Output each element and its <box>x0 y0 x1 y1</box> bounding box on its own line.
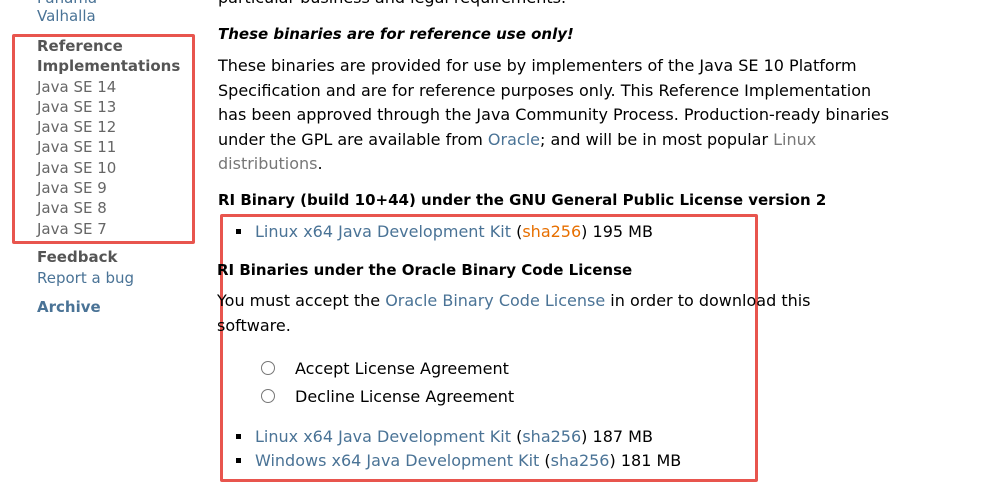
sidebar-item-java-se-12[interactable]: Java SE 12 <box>37 117 180 137</box>
text: ) <box>609 451 616 470</box>
text: software. <box>217 315 291 335</box>
para-line: has been approved through the Java Commu… <box>218 105 890 124</box>
sidebar-link-valhalla[interactable]: Valhalla <box>37 6 96 26</box>
download-item-bcl-linux: Linux x64 Java Development Kit (sha256) … <box>222 425 653 450</box>
bullet-icon <box>236 229 241 234</box>
bcl-heading: RI Binaries under the Oracle Binary Code… <box>217 261 633 279</box>
gpl-linux-sha256-link[interactable]: sha256 <box>522 222 581 241</box>
sidebar-link-archive[interactable]: Archive <box>37 297 101 317</box>
text: in order to download this <box>605 291 811 310</box>
sidebar-item-java-se-9[interactable]: Java SE 9 <box>37 178 180 198</box>
file-size: 187 MB <box>592 427 653 446</box>
bullet-icon <box>236 434 241 439</box>
reference-warning: These binaries are for reference use onl… <box>218 25 574 43</box>
text: ; and will be in most popular <box>539 129 774 149</box>
sidebar-item-java-se-13[interactable]: Java SE 13 <box>37 97 180 117</box>
para-line: under the GPL are available from Oracle;… <box>218 128 889 153</box>
radio-label: Decline License Agreement <box>295 387 515 406</box>
gpl-linux-jdk-link[interactable]: Linux x64 Java Development Kit <box>255 222 511 241</box>
sidebar-item-java-se-7[interactable]: Java SE 7 <box>37 219 180 239</box>
text: You must accept the <box>217 291 386 310</box>
sidebar-ref-group: Reference Implementations Java SE 14 Jav… <box>37 36 180 239</box>
text: ) <box>581 427 588 446</box>
radio-button[interactable] <box>261 389 275 403</box>
text: under the GPL are available from <box>218 129 488 149</box>
bullet-icon <box>236 458 241 463</box>
para-line: distributions. <box>218 152 889 177</box>
sidebar-link-report-bug[interactable]: Report a bug <box>37 268 134 288</box>
radio-button[interactable] <box>261 361 275 375</box>
linux-link[interactable]: Linux <box>773 130 816 149</box>
sidebar-heading-reference: Reference <box>37 37 123 55</box>
bcl-windows-jdk-link[interactable]: Windows x64 Java Development Kit <box>255 451 539 470</box>
bcl-linux-jdk-link[interactable]: Linux x64 Java Development Kit <box>255 427 511 446</box>
para-line: Specification and are for reference purp… <box>218 80 872 100</box>
sidebar-heading-implementations: Implementations <box>37 57 181 76</box>
radio-decline-license[interactable]: Decline License Agreement <box>261 385 514 410</box>
partial-text: particular business and legal requiremen… <box>218 0 566 11</box>
text: . <box>317 154 323 173</box>
text: ) <box>581 222 588 241</box>
sidebar-item-java-se-8[interactable]: Java SE 8 <box>37 198 180 218</box>
file-size: 181 MB <box>620 451 682 470</box>
file-size: 195 MB <box>592 222 653 241</box>
sidebar-item-java-se-11[interactable]: Java SE 11 <box>37 137 180 157</box>
sidebar-item-java-se-10[interactable]: Java SE 10 <box>37 158 180 178</box>
accept-text: You must accept the Oracle Binary Code L… <box>217 289 811 338</box>
para-line: These binaries are provided for use by i… <box>218 56 857 75</box>
radio-label: Accept License Agreement <box>295 359 509 378</box>
sidebar-item-java-se-14[interactable]: Java SE 14 <box>37 77 180 97</box>
download-item-gpl-linux: Linux x64 Java Development Kit (sha256) … <box>222 220 653 245</box>
gpl-heading: RI Binary (build 10+44) under the GNU Ge… <box>218 191 827 209</box>
distributions-link[interactable]: distributions <box>218 154 318 173</box>
radio-accept-license[interactable]: Accept License Agreement <box>261 357 509 382</box>
description-paragraph: These binaries are provided for use by i… <box>218 54 889 177</box>
bcl-windows-sha256-link[interactable]: sha256 <box>551 451 610 470</box>
sidebar-heading-feedback: Feedback <box>37 248 118 266</box>
oracle-link[interactable]: Oracle <box>488 130 540 149</box>
bcl-linux-sha256-link[interactable]: sha256 <box>522 427 581 446</box>
download-item-bcl-windows: Windows x64 Java Development Kit (sha256… <box>222 449 681 474</box>
bcl-link[interactable]: Oracle Binary Code License <box>385 291 605 310</box>
